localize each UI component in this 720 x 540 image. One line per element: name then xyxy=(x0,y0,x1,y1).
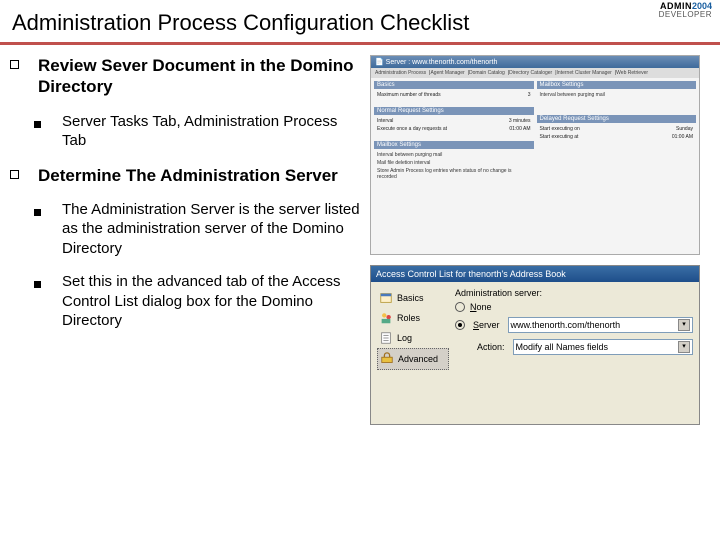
acl-sidebar: Basics Roles Log xyxy=(377,288,449,370)
bullet-list: Review Sever Document in the Domino Dire… xyxy=(10,55,370,425)
heading-2: Determine The Administration Server xyxy=(38,165,338,186)
server-combo[interactable]: www.thenorth.com/thenorth ▾ xyxy=(508,317,693,333)
log-icon xyxy=(379,331,393,345)
server-document-screenshot: 📄 Server : www.thenorth.com/thenorth Adm… xyxy=(370,55,700,255)
radio-server[interactable] xyxy=(455,320,465,330)
server-tabs: Administration Process|Agent Manager|Dom… xyxy=(371,68,699,78)
basics-icon xyxy=(379,291,393,305)
bullet-hollow-square-icon xyxy=(10,170,19,179)
acl-dialog-screenshot: Access Control List for thenorth's Addre… xyxy=(370,265,700,425)
radio-server-label: Server xyxy=(473,320,500,330)
dialog-title: Access Control List for thenorth's Addre… xyxy=(371,266,699,282)
section-header: Mailbox Settings xyxy=(374,141,534,149)
sidebar-item-advanced[interactable]: Advanced xyxy=(377,348,449,370)
action-label: Action: xyxy=(477,342,505,352)
admin-server-label: Administration server: xyxy=(455,288,693,298)
page-title: Administration Process Configuration Che… xyxy=(0,0,720,45)
sidebar-item-roles[interactable]: Roles xyxy=(377,308,449,328)
window-title: 📄 Server : www.thenorth.com/thenorth xyxy=(371,56,699,68)
sub-item: The Administration Server is the server … xyxy=(62,200,362,259)
heading-1: Review Sever Document in the Domino Dire… xyxy=(38,55,362,98)
chevron-down-icon: ▾ xyxy=(678,341,690,353)
roles-icon xyxy=(379,311,393,325)
radio-none[interactable] xyxy=(455,302,465,312)
radio-none-label: NNoneone xyxy=(470,302,492,312)
chevron-down-icon: ▾ xyxy=(678,319,690,331)
sub-item: Set this in the advanced tab of the Acce… xyxy=(62,272,362,331)
section-header: Mailbox Settings xyxy=(537,81,697,89)
section-header: Normal Request Settings xyxy=(374,107,534,115)
sidebar-item-log[interactable]: Log xyxy=(377,328,449,348)
bullet-solid-square-icon xyxy=(34,209,41,216)
bullet-solid-square-icon xyxy=(34,281,41,288)
bullet-solid-square-icon xyxy=(34,121,41,128)
advanced-icon xyxy=(380,352,394,366)
section-header: Basics xyxy=(374,81,534,89)
sub-item: Server Tasks Tab, Administration Process… xyxy=(62,112,362,151)
bullet-hollow-square-icon xyxy=(10,60,19,69)
section-header: Delayed Request Settings xyxy=(537,115,697,123)
sidebar-item-basics[interactable]: Basics xyxy=(377,288,449,308)
brand-logo: ADMIN2004 DEVELOPER xyxy=(659,2,712,19)
action-combo[interactable]: Modify all Names fields ▾ xyxy=(513,339,693,355)
